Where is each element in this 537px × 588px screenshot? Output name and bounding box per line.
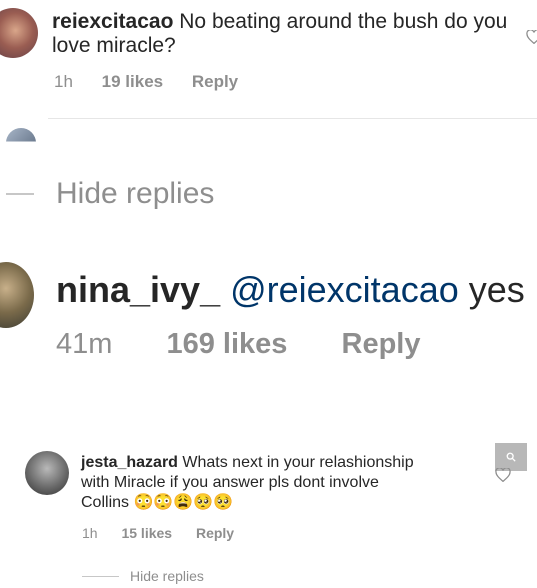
username[interactable]: nina_ivy_ xyxy=(56,269,220,310)
hide-replies-line xyxy=(82,576,119,577)
username[interactable]: reiexcitacao xyxy=(52,10,173,33)
comment-text: reiexcitacao No beating around the bush … xyxy=(52,10,522,58)
comment-text: nina_ivy_ @reiexcitacao yes xyxy=(56,270,525,310)
comment-meta: 41m 169 likes Reply xyxy=(56,328,420,361)
comment-meta: 1h 15 likes Reply xyxy=(82,525,234,541)
avatar[interactable] xyxy=(6,128,36,142)
comment-body: yes xyxy=(468,269,525,310)
hide-replies-line xyxy=(6,193,34,195)
comment-meta: 1h 19 likes Reply xyxy=(54,72,238,92)
hide-replies-button[interactable]: Hide replies xyxy=(56,177,214,211)
reply-button[interactable]: Reply xyxy=(342,328,421,360)
timestamp: 1h xyxy=(82,525,98,541)
reply-button[interactable]: Reply xyxy=(192,72,238,91)
likes-count[interactable]: 19 likes xyxy=(102,72,163,91)
comment-body: Whats next in your relashionship xyxy=(182,454,414,471)
timestamp: 1h xyxy=(54,72,73,91)
likes-count[interactable]: 169 likes xyxy=(166,328,287,360)
avatar[interactable] xyxy=(25,451,69,495)
heart-icon[interactable] xyxy=(495,468,511,482)
heart-icon[interactable] xyxy=(526,30,537,44)
comment-text: jesta_hazard Whats next in your relashio… xyxy=(81,453,481,513)
hide-replies-button[interactable]: Hide replies xyxy=(130,568,204,584)
avatar[interactable] xyxy=(0,262,34,328)
divider xyxy=(48,118,537,119)
emoji-row: 😳😳😩🥺🥺 xyxy=(133,494,234,511)
username[interactable]: jesta_hazard xyxy=(81,454,178,471)
timestamp: 41m xyxy=(56,328,113,360)
comment-body: Collins xyxy=(81,494,130,511)
avatar[interactable] xyxy=(0,8,38,58)
search-icon[interactable] xyxy=(495,443,527,471)
mention-link[interactable]: @reiexcitacao xyxy=(230,269,459,310)
comment-body: with Miracle if you answer pls dont invo… xyxy=(81,474,379,491)
reply-button[interactable]: Reply xyxy=(196,525,234,541)
likes-count[interactable]: 15 likes xyxy=(121,525,172,541)
